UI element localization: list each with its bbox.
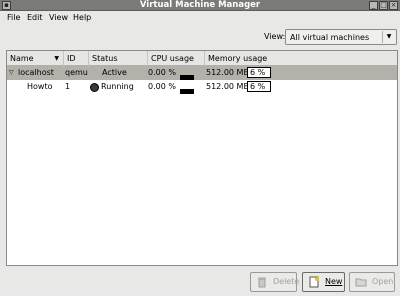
title-bar: ▪ Virtual Machine Manager _ □ × (0, 0, 400, 11)
vm-name: Howto (27, 82, 53, 91)
column-status[interactable]: Status (89, 51, 148, 66)
menu-edit[interactable]: Edit (27, 13, 43, 23)
button-bar: Delete New Open (0, 270, 400, 296)
trash-icon (258, 277, 266, 288)
view-bar: View: All virtual machines ▼ (0, 25, 400, 49)
menu-help[interactable]: Help (73, 13, 91, 23)
memory-percent: 6 % (247, 81, 271, 92)
close-icon[interactable]: × (389, 1, 398, 10)
column-cpu-usage[interactable]: CPU usage (148, 51, 205, 66)
maximize-icon[interactable]: □ (379, 1, 388, 10)
vm-memory: 512.00 MB (206, 68, 249, 77)
open-folder-icon (355, 278, 367, 287)
vm-cpu: 0.00 % (148, 82, 176, 91)
running-status-icon (90, 83, 99, 92)
window-title: Virtual Machine Manager (139, 0, 261, 10)
menu-bar: File Edit View Help (0, 11, 400, 25)
vm-status: Running (101, 82, 134, 91)
column-id[interactable]: ID (64, 51, 89, 66)
vm-id: qemu (65, 68, 88, 77)
new-button[interactable]: New (302, 272, 345, 292)
table-row[interactable]: Howto 1 Running 0.00 % 512.00 MB 6 % (7, 80, 397, 94)
menu-file[interactable]: File (7, 13, 20, 23)
expander-icon[interactable]: ▽ (9, 66, 14, 80)
vm-list[interactable]: Name ▼ ID Status CPU usage Memory usage … (6, 50, 398, 266)
vm-cpu: 0.00 % (148, 68, 176, 77)
delete-button[interactable]: Delete (250, 272, 299, 292)
table-row[interactable]: ▽ localhost qemu Active 0.00 % 512.00 MB… (7, 66, 397, 80)
chevron-down-icon: ▼ (382, 31, 395, 43)
view-select[interactable]: All virtual machines ▼ (285, 29, 397, 45)
sort-descending-icon: ▼ (54, 55, 59, 62)
column-name[interactable]: Name ▼ (7, 51, 64, 66)
view-label: View: (264, 32, 286, 41)
vm-name: localhost (18, 68, 54, 77)
column-memory-usage[interactable]: Memory usage (205, 51, 397, 66)
vm-status: Active (102, 68, 127, 77)
minimize-icon[interactable]: _ (369, 1, 378, 10)
vm-memory: 512.00 MB (206, 82, 249, 91)
new-document-icon (309, 276, 319, 288)
view-select-value: All virtual machines (290, 33, 370, 42)
open-button[interactable]: Open (349, 272, 395, 292)
vm-list-header: Name ▼ ID Status CPU usage Memory usage (7, 51, 397, 66)
menu-view[interactable]: View (49, 13, 68, 23)
vm-id: 1 (65, 82, 71, 91)
memory-percent: 6 % (247, 67, 271, 78)
cpu-graph (180, 89, 194, 94)
